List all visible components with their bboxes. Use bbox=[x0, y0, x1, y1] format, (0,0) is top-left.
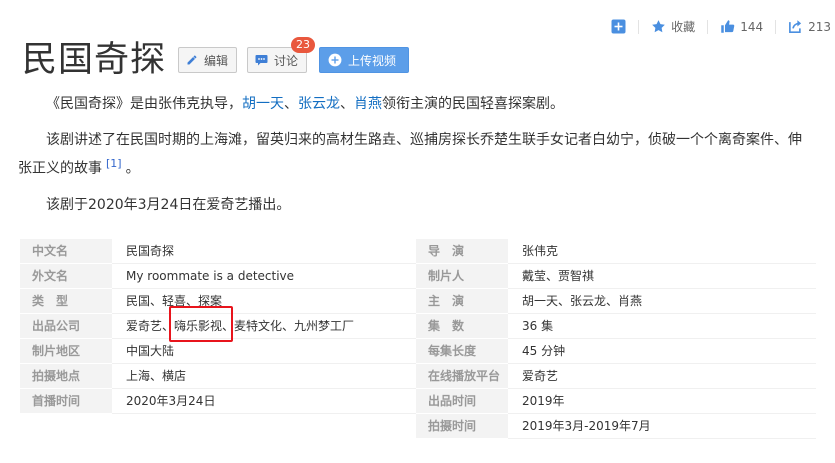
info-value: 张伟克 bbox=[508, 239, 816, 264]
info-value: 上海、横店 bbox=[112, 364, 420, 389]
top-action-bar: 收藏 144 213 bbox=[599, 18, 831, 35]
info-value: 2019年 bbox=[508, 389, 816, 414]
info-value: 中国大陆 bbox=[112, 339, 420, 364]
info-value: 2019年3月-2019年7月 bbox=[508, 414, 816, 439]
info-key: 首播时间 bbox=[20, 389, 112, 414]
divider bbox=[638, 19, 640, 34]
info-key: 出品时间 bbox=[416, 389, 508, 414]
summary-text: 。 bbox=[125, 160, 140, 177]
separator: 、 bbox=[340, 96, 354, 112]
reference-link[interactable]: [1] bbox=[106, 157, 122, 170]
info-row: 出品公司 爱奇艺、嗨乐影视、麦特文化、九州梦工厂 集 数 36 集 bbox=[20, 314, 820, 339]
info-key: 集 数 bbox=[416, 314, 508, 339]
info-key: 拍摄地点 bbox=[20, 364, 112, 389]
add-button[interactable] bbox=[611, 19, 626, 34]
basic-info-table: 中文名 民国奇探 导 演张伟克 外文名 My roommate is a detec… bbox=[20, 239, 820, 439]
info-value: 民国、轻喜、探案 bbox=[112, 289, 420, 314]
info-value: 2020年3月24日 bbox=[112, 389, 420, 414]
info-key: 导 演 bbox=[416, 239, 508, 264]
info-value: My roommate is a detective bbox=[112, 264, 420, 289]
star-icon bbox=[652, 20, 665, 33]
divider bbox=[775, 19, 777, 34]
info-value: 爱奇艺 bbox=[508, 364, 816, 389]
summary-paragraph-2: 该剧讲述了在民国时期的上海滩，留英归来的高材生路垚、巡捕房探长乔楚生联手女记者白… bbox=[18, 128, 810, 181]
highlight-box bbox=[169, 306, 233, 342]
share-icon bbox=[789, 20, 802, 33]
info-row: 制片地区 中国大陆 每集长度 45 分钟 bbox=[20, 339, 820, 364]
info-row: 中文名 民国奇探 导 演张伟克 bbox=[20, 239, 820, 264]
favorite-button[interactable]: 收藏 bbox=[651, 18, 695, 35]
info-value: 民国奇探 bbox=[112, 239, 420, 264]
like-count: 144 bbox=[740, 19, 764, 34]
info-key-empty bbox=[20, 414, 112, 439]
summary-text: 领衔主演的民国轻喜探案剧。 bbox=[382, 96, 564, 112]
info-key: 每集长度 bbox=[416, 339, 508, 364]
info-key: 类 型 bbox=[20, 289, 112, 314]
info-row: 拍摄时间 2019年3月-2019年7月 bbox=[20, 414, 820, 439]
pencil-icon bbox=[187, 55, 197, 65]
divider bbox=[707, 19, 709, 34]
info-key: 中文名 bbox=[20, 239, 112, 264]
info-key: 出品公司 bbox=[20, 314, 112, 339]
info-value: 胡一天、张云龙、肖燕 bbox=[508, 289, 816, 314]
info-key: 主 演 bbox=[416, 289, 508, 314]
info-value: 戴莹、贾智祺 bbox=[508, 264, 816, 289]
chat-bubble-icon bbox=[255, 55, 268, 66]
summary-paragraph-1: 《民国奇探》是由张伟克执导，胡一天、张云龙、肖燕领衔主演的民国轻喜探案剧。 bbox=[18, 92, 810, 116]
discuss-label: 讨论 bbox=[274, 53, 299, 68]
discuss-count-badge: 23 bbox=[291, 37, 316, 53]
info-key: 制片人 bbox=[416, 264, 508, 289]
info-value: 爱奇艺、嗨乐影视、麦特文化、九州梦工厂 bbox=[112, 314, 420, 339]
info-row: 外文名 My roommate is a detective 制片人 戴莹、贾智祺 bbox=[20, 264, 820, 289]
summary-text: 《民国奇探》是由张伟克执导， bbox=[46, 96, 242, 112]
thumbs-up-icon bbox=[721, 20, 735, 33]
plus-circle-icon bbox=[328, 53, 342, 67]
summary: 《民国奇探》是由张伟克执导，胡一天、张云龙、肖燕领衔主演的民国轻喜探案剧。 该剧… bbox=[18, 92, 810, 229]
share-button[interactable]: 213 bbox=[788, 19, 831, 34]
actor-link-2[interactable]: 张云龙 bbox=[298, 96, 340, 112]
title-row: 民国奇探 编辑 讨论 23 上传视频 bbox=[22, 37, 410, 82]
info-row: 类 型民国、轻喜、探案 主 演胡一天、张云龙、肖燕 bbox=[20, 289, 820, 314]
plus-square-icon bbox=[611, 19, 626, 34]
share-count: 213 bbox=[808, 19, 831, 34]
edit-label: 编辑 bbox=[204, 53, 229, 68]
info-value: 36 集 bbox=[508, 314, 816, 339]
separator: 、 bbox=[284, 96, 298, 112]
actor-link-1[interactable]: 胡一天 bbox=[242, 96, 284, 112]
info-row: 拍摄地点 上海、横店 在线播放平台 爱奇艺 bbox=[20, 364, 820, 389]
upload-video-label: 上传视频 bbox=[348, 53, 397, 68]
summary-paragraph-3: 该剧于2020年3月24日在爱奇艺播出。 bbox=[46, 196, 291, 213]
info-value-empty bbox=[112, 414, 420, 439]
info-key: 外文名 bbox=[20, 264, 112, 289]
info-key: 在线播放平台 bbox=[416, 364, 508, 389]
info-value: 45 分钟 bbox=[508, 339, 816, 364]
edit-button[interactable]: 编辑 bbox=[178, 47, 238, 73]
info-row: 首播时间 2020年3月24日 出品时间 2019年 bbox=[20, 389, 820, 414]
favorite-label: 收藏 bbox=[671, 20, 696, 34]
like-button[interactable]: 144 bbox=[720, 19, 763, 34]
info-key: 拍摄时间 bbox=[416, 414, 508, 439]
page-title: 民国奇探 bbox=[22, 40, 167, 80]
upload-video-button[interactable]: 上传视频 bbox=[319, 47, 410, 73]
discuss-button[interactable]: 讨论 23 bbox=[247, 37, 316, 73]
info-key: 制片地区 bbox=[20, 339, 112, 364]
actor-link-3[interactable]: 肖燕 bbox=[354, 96, 382, 112]
